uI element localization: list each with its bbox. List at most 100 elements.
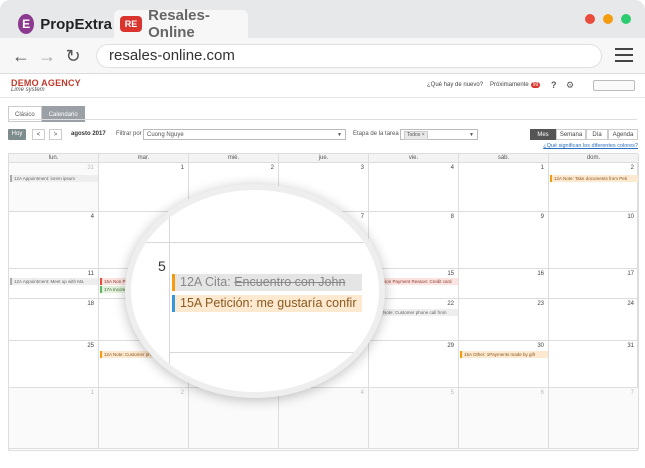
browser-window: E PropExtra RE Resales-Online ← → ↻ resa… bbox=[0, 0, 645, 468]
day-number[interactable]: 31 bbox=[87, 165, 94, 171]
zoom-event-request[interactable]: 15A Petición: me gustaría confir bbox=[172, 295, 362, 312]
forward-arrow-icon[interactable]: → bbox=[36, 45, 58, 67]
day-number[interactable]: 30 bbox=[537, 343, 544, 349]
event-text: Encuentro con John bbox=[234, 275, 346, 289]
day-number[interactable]: 29 bbox=[447, 343, 454, 349]
day-number[interactable]: 4 bbox=[451, 165, 454, 171]
day-cell[interactable]: 31 bbox=[549, 341, 639, 388]
day-number[interactable]: 4 bbox=[361, 390, 364, 396]
tab-propextra[interactable]: E PropExtra bbox=[12, 10, 112, 38]
coming-soon-link[interactable]: Próximamente 99 bbox=[490, 82, 541, 88]
zoom-event-appointment[interactable]: 12A Cita: Encuentro con John bbox=[172, 274, 362, 291]
view-agenda-button[interactable]: Agenda bbox=[608, 129, 638, 140]
day-cell[interactable]: 10 bbox=[549, 212, 639, 269]
day-number[interactable]: 2 bbox=[181, 390, 184, 396]
coming-soon-label: Próximamente bbox=[490, 82, 529, 88]
view-week-button[interactable]: Semana bbox=[556, 129, 586, 140]
day-cell[interactable]: 5 bbox=[369, 388, 459, 449]
day-number[interactable]: 1 bbox=[541, 165, 544, 171]
language-selector[interactable] bbox=[593, 80, 635, 91]
day-number[interactable]: 10 bbox=[627, 214, 634, 220]
close-dot-icon[interactable] bbox=[585, 14, 595, 24]
agency-logo[interactable]: DEMO AGENCY Lime system bbox=[11, 78, 81, 93]
calendar-event[interactable]: 12A Note: Take documents from Peti bbox=[550, 175, 638, 182]
day-number[interactable]: 17 bbox=[627, 271, 634, 277]
day-cell[interactable]: 18 bbox=[9, 299, 99, 341]
day-number[interactable]: 25 bbox=[87, 343, 94, 349]
day-cell[interactable]: 4 bbox=[279, 388, 369, 449]
day-number[interactable]: 16 bbox=[537, 271, 544, 277]
view-month-button[interactable]: Mes bbox=[530, 129, 556, 140]
menu-icon[interactable] bbox=[615, 48, 633, 62]
day-cell[interactable]: 25 bbox=[9, 341, 99, 388]
day-cell[interactable]: 6 bbox=[459, 388, 549, 449]
day-number[interactable]: 7 bbox=[361, 214, 364, 220]
day-number[interactable]: 22 bbox=[447, 301, 454, 307]
day-number[interactable]: 4 bbox=[91, 214, 94, 220]
day-cell[interactable]: 7 bbox=[549, 388, 639, 449]
settings-gear-icon[interactable]: ⚙ bbox=[566, 80, 574, 91]
day-cell[interactable]: 8 bbox=[369, 212, 459, 269]
day-cell[interactable]: 1 bbox=[9, 388, 99, 449]
view-day-button[interactable]: Día bbox=[586, 129, 608, 140]
day-number[interactable]: 11 bbox=[88, 271, 94, 277]
day-cell[interactable]: 17 bbox=[549, 269, 639, 299]
day-cell[interactable]: 24 bbox=[549, 299, 639, 341]
day-cell[interactable]: 9 bbox=[459, 212, 549, 269]
filter-select[interactable]: Cuong Nguye ▼ bbox=[143, 129, 346, 140]
tab-resales-online[interactable]: RE Resales-Online bbox=[114, 7, 248, 41]
tab-label: PropExtra bbox=[40, 15, 112, 33]
propextra-logo-icon: E bbox=[18, 14, 35, 34]
divider bbox=[8, 119, 637, 120]
day-cell[interactable]: 2 bbox=[99, 388, 189, 449]
calendar-event[interactable]: 12A Appointment: lorem ipsum bbox=[10, 175, 98, 182]
day-number[interactable]: 18 bbox=[87, 301, 94, 307]
zoom-grid-line bbox=[169, 352, 379, 353]
dropdown-caret-icon: ▼ bbox=[469, 132, 474, 138]
nav-bar: ← → ↻ resales-online.com bbox=[0, 38, 645, 74]
day-cell[interactable]: 23 bbox=[459, 299, 549, 341]
day-number[interactable]: 2 bbox=[271, 165, 274, 171]
day-number[interactable]: 31 bbox=[627, 343, 634, 349]
next-month-button[interactable]: > bbox=[49, 129, 62, 140]
day-number[interactable]: 23 bbox=[537, 301, 544, 307]
day-cell[interactable]: 4 bbox=[9, 212, 99, 269]
stage-chip[interactable]: Todos × bbox=[404, 131, 428, 140]
help-icon[interactable]: ? bbox=[551, 80, 557, 90]
day-cell[interactable]: 29 bbox=[369, 341, 459, 388]
day-number[interactable]: 24 bbox=[627, 301, 634, 307]
day-cell[interactable]: 11 12A Appointment: Meet up with Ma bbox=[9, 269, 99, 299]
day-number[interactable]: 1 bbox=[91, 390, 94, 396]
calendar-event[interactable]: 12A Appointment: Meet up with Ma bbox=[10, 278, 98, 285]
whats-new-link[interactable]: ¿Qué hay de nuevo? bbox=[427, 82, 483, 88]
back-arrow-icon[interactable]: ← bbox=[10, 45, 32, 67]
day-cell[interactable]: 4 bbox=[369, 163, 459, 212]
day-number[interactable]: 2 bbox=[631, 165, 634, 171]
day-cell[interactable]: 30 15A Other: 1Payments made by gift bbox=[459, 341, 549, 388]
day-number[interactable]: 3 bbox=[361, 165, 364, 171]
reload-icon[interactable]: ↻ bbox=[62, 45, 84, 67]
day-number[interactable]: 15 bbox=[447, 271, 454, 277]
view-tabs: Clásico Calendario bbox=[8, 103, 85, 122]
day-cell[interactable]: 1 bbox=[99, 163, 189, 212]
day-number[interactable]: 9 bbox=[541, 214, 544, 220]
minimize-dot-icon[interactable] bbox=[603, 14, 613, 24]
day-number[interactable]: 6 bbox=[541, 390, 544, 396]
calendar-event[interactable]: 12A Note: Customer phone call from bbox=[370, 309, 458, 316]
day-number[interactable]: 7 bbox=[631, 390, 634, 396]
day-cell[interactable]: 1 bbox=[459, 163, 549, 212]
day-cell[interactable]: 16 bbox=[459, 269, 549, 299]
filter-label: Filtrar por bbox=[116, 131, 142, 137]
day-number[interactable]: 5 bbox=[451, 390, 454, 396]
day-number[interactable]: 8 bbox=[451, 214, 454, 220]
address-bar[interactable]: resales-online.com bbox=[96, 44, 602, 68]
calendar-event[interactable]: 15A Other: 1Payments made by gift bbox=[460, 351, 548, 358]
day-cell[interactable]: 31 12A Appointment: lorem ipsum bbox=[9, 163, 99, 212]
maximize-dot-icon[interactable] bbox=[621, 14, 631, 24]
today-button[interactable]: Hoy bbox=[8, 129, 26, 140]
color-legend-link[interactable]: ¿Qué significan los diferentes colores? bbox=[543, 143, 638, 149]
stage-select[interactable]: Todos × ▼ bbox=[400, 129, 478, 140]
prev-month-button[interactable]: < bbox=[32, 129, 45, 140]
day-cell[interactable]: 2 12A Note: Take documents from Peti bbox=[549, 163, 639, 212]
day-number[interactable]: 1 bbox=[181, 165, 184, 171]
